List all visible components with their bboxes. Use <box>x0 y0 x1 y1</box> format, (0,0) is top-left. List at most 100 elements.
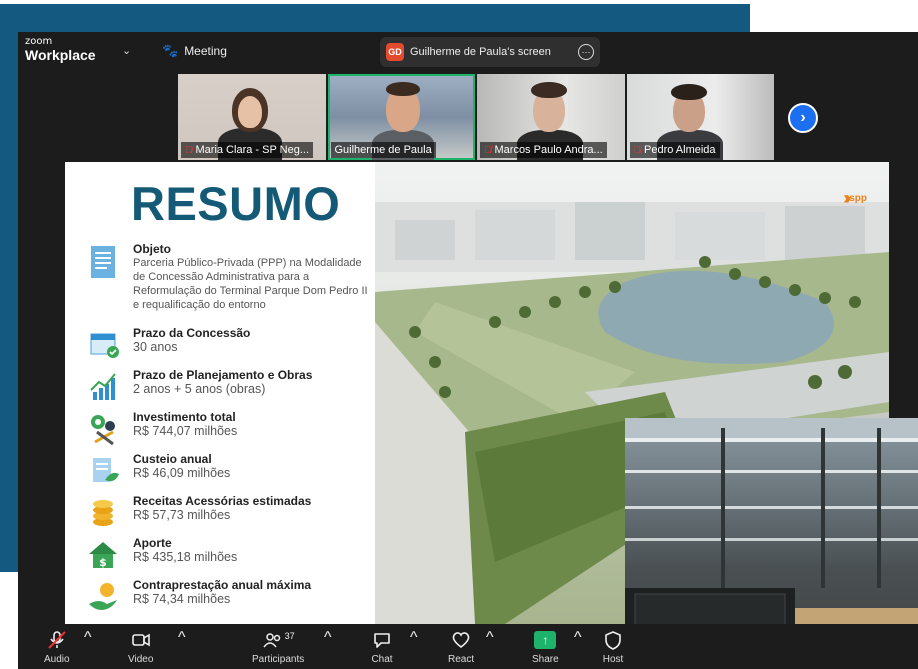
item-label: Aporte <box>133 536 172 550</box>
slide-summary-panel: RESUMO Objeto Parceria Público-Privada (… <box>65 162 375 624</box>
mic-muted-icon: 🎙̸ <box>484 144 492 156</box>
participant-name: Maria Clara - SP Neg... <box>195 144 310 156</box>
summary-item: Prazo de Planejamento e Obras 2 anos + 5… <box>85 368 375 406</box>
chat-options-caret-icon[interactable]: ^ <box>410 629 418 647</box>
video-camera-icon <box>130 629 152 651</box>
top-bar: zoom Workplace ⌄ 🐾 Meeting GD Guilherme … <box>18 32 918 72</box>
item-label: Objeto <box>133 242 171 256</box>
participant-name-tag: 🎙̸ Maria Clara - SP Neg... <box>181 142 314 158</box>
audio-button[interactable]: Audio <box>44 629 70 665</box>
brand-small: zoom <box>25 36 53 47</box>
video-button[interactable]: Video <box>128 629 153 665</box>
calendar-icon <box>85 326 123 364</box>
share-arrow-icon: ↑ <box>534 631 557 649</box>
meeting-icon: 🐾 <box>162 43 179 58</box>
participants-label: Participants <box>252 654 305 665</box>
participant-face <box>238 96 262 128</box>
mic-muted-icon: 🎙̸ <box>185 144 193 156</box>
item-value: R$ 435,18 milhões <box>133 550 238 564</box>
chat-bubble-icon <box>371 629 393 651</box>
screenshot-stage: zoom Workplace ⌄ 🐾 Meeting GD Guilherme … <box>0 0 918 669</box>
zoom-window: zoom Workplace ⌄ 🐾 Meeting GD Guilherme … <box>18 32 918 669</box>
share-options-caret-icon[interactable]: ^ <box>574 629 582 647</box>
mic-muted-icon <box>46 629 68 651</box>
summary-item: Prazo da Concessão 30 anos <box>85 326 375 364</box>
video-tile[interactable]: 🎙̸ Maria Clara - SP Neg... <box>178 74 326 160</box>
participant-name: Pedro Almeida <box>644 144 716 156</box>
summary-item: Objeto Parceria Público-Privada (PPP) na… <box>85 242 375 312</box>
participants-options-caret-icon[interactable]: ^ <box>324 629 332 647</box>
spp-mark-icon: ›› <box>843 188 851 208</box>
screen-share-label: Guilherme de Paula's screen <box>410 46 551 58</box>
item-value: 2 anos + 5 anos (obras) <box>133 382 266 396</box>
react-options-caret-icon[interactable]: ^ <box>486 629 494 647</box>
share-label: Share <box>532 654 559 665</box>
item-label: Prazo da Concessão <box>133 326 251 340</box>
meeting-label: Meeting <box>184 44 227 58</box>
participants-button[interactable]: 37 Participants <box>252 629 304 665</box>
growth-chart-icon <box>85 368 123 406</box>
meeting-menu[interactable]: 🐾 Meeting <box>162 43 227 59</box>
video-label: Video <box>128 654 154 665</box>
bill-icon <box>85 452 123 490</box>
react-button[interactable]: React <box>448 629 474 665</box>
meeting-controls-bar: Audio ^ Video ^ 37 Participants ^ Chat ^… <box>18 624 918 669</box>
item-label: Prazo de Planejamento e Obras <box>133 368 313 382</box>
summary-item: Receitas Acessórias estimadas R$ 57,73 m… <box>85 494 375 532</box>
gears-tools-icon <box>85 410 123 448</box>
summary-item: $ Aporte R$ 435,18 milhões <box>85 536 375 574</box>
item-label: Custeio anual <box>133 452 212 466</box>
summary-item: Investimento total R$ 744,07 milhões <box>85 410 375 448</box>
summary-item: Custeio anual R$ 46,09 milhões <box>85 452 375 490</box>
item-value: Parceria Público-Privada (PPP) na Modali… <box>133 257 368 311</box>
next-page-button[interactable]: › <box>788 103 818 133</box>
share-icon: ↑ <box>534 629 557 651</box>
item-value: R$ 46,09 milhões <box>133 466 231 480</box>
share-button[interactable]: ↑ Share <box>532 629 559 665</box>
participant-strip: 🎙̸ Maria Clara - SP Neg... Guilherme de … <box>178 74 774 160</box>
brand-main: Workplace <box>25 47 96 63</box>
house-dollar-icon: $ <box>85 536 123 574</box>
participant-hair <box>531 82 567 98</box>
slide-title: RESUMO <box>131 177 341 230</box>
video-tile[interactable]: 🎙̸ Pedro Almeida <box>626 74 774 160</box>
participants-count: 37 <box>284 631 295 641</box>
participant-name: Guilherme de Paula <box>334 144 432 156</box>
item-value: R$ 744,07 milhões <box>133 424 238 438</box>
participant-name-tag: 🎙̸ Pedro Almeida <box>629 142 720 158</box>
shield-icon <box>602 629 624 651</box>
audio-options-caret-icon[interactable]: ^ <box>84 629 92 647</box>
svg-text:$: $ <box>99 556 107 569</box>
participant-name: Marcos Paulo Andra... <box>494 144 603 156</box>
participant-hair <box>385 82 420 96</box>
spp-logo-text: spp <box>849 193 867 204</box>
item-value: R$ 57,73 milhões <box>133 508 231 522</box>
video-tile[interactable]: 🎙̸ Marcos Paulo Andra... <box>477 74 625 160</box>
item-label: Receitas Acessórias estimadas <box>133 494 312 508</box>
participant-hair <box>670 84 707 100</box>
presenter-avatar: GD <box>386 43 404 61</box>
video-options-caret-icon[interactable]: ^ <box>178 629 186 647</box>
participant-name-tag: 🎙̸ Marcos Paulo Andra... <box>480 142 607 158</box>
chat-label: Chat <box>371 654 393 665</box>
mic-muted-icon: 🎙̸ <box>633 144 642 156</box>
heart-icon <box>450 629 472 651</box>
item-value: 30 anos <box>133 340 178 354</box>
more-options-icon[interactable]: ⋯ <box>578 44 594 60</box>
participant-name-tag: Guilherme de Paula <box>330 142 436 158</box>
coins-icon <box>85 494 123 532</box>
item-value: R$ 74,34 milhões <box>133 592 231 606</box>
participants-icon: 37 <box>262 629 295 651</box>
host-tools-label: Host <box>602 654 624 665</box>
video-tile-active-speaker[interactable]: Guilherme de Paula <box>327 74 475 160</box>
spp-logo: ›› spp <box>843 188 867 209</box>
react-label: React <box>448 654 475 665</box>
audio-label: Audio <box>44 654 70 665</box>
host-tools-button[interactable]: Host <box>602 629 624 665</box>
payment-hand-icon <box>85 578 123 616</box>
screen-share-indicator[interactable]: GD Guilherme de Paula's screen ⋯ <box>380 37 600 67</box>
zoom-logo[interactable]: zoom Workplace <box>25 36 96 63</box>
chevron-down-icon[interactable]: ⌄ <box>122 44 131 57</box>
chat-button[interactable]: Chat <box>371 629 393 665</box>
summary-item: Contraprestação anual máxima R$ 74,34 mi… <box>85 578 375 616</box>
